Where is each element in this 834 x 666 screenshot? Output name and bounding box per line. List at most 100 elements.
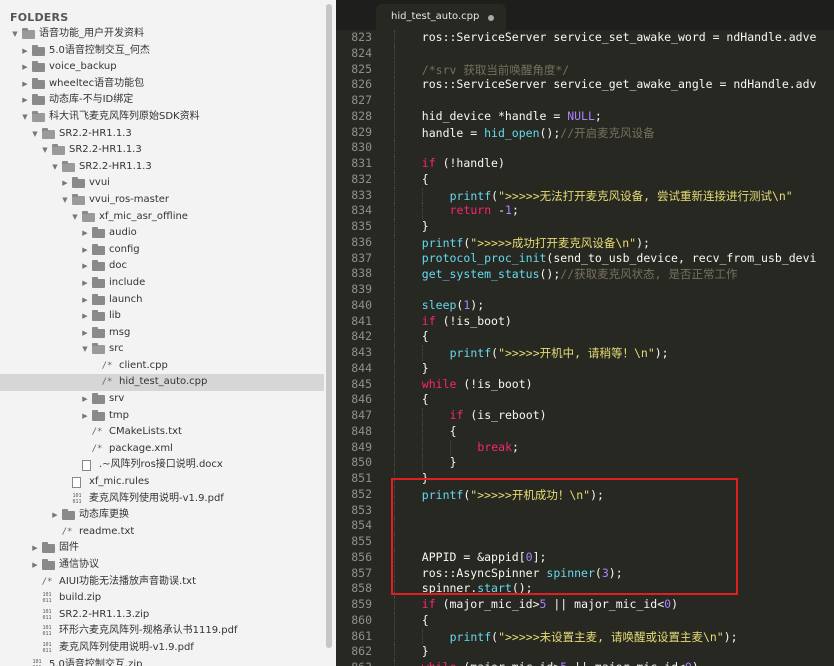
chevron-right-icon[interactable]: ▶	[50, 507, 60, 524]
tree-item[interactable]: 101 011 环形六麦克风阵列-规格承认书1119.pdf	[0, 623, 324, 640]
line-number: 861	[351, 628, 372, 643]
line-number: 850	[351, 455, 372, 470]
sidebar-header: FOLDERS	[10, 11, 69, 24]
chevron-right-icon[interactable]: ▶	[20, 43, 30, 60]
tree-item[interactable]: ▶ 固件	[0, 540, 324, 557]
code-token: hid_open	[484, 125, 540, 140]
code-token: NULL	[567, 108, 595, 123]
tree-item[interactable]: 101 011 麦克风阵列使用说明-v1.9.pdf	[0, 640, 324, 657]
tree-item[interactable]: ▶ 通信协议	[0, 557, 324, 574]
code-token: ];	[532, 549, 547, 564]
tree-item[interactable]: 101 011 SR2.2-HR1.1.3.zip	[0, 607, 324, 624]
code-token: ();	[511, 581, 533, 596]
line-number: 827	[351, 93, 372, 107]
tree-item[interactable]: ▼ SR2.2-HR1.1.3	[0, 126, 324, 143]
tree-item[interactable]: ▶ voice_backup	[0, 59, 324, 76]
chevron-right-icon[interactable]: ▶	[80, 292, 90, 309]
tree-item[interactable]: ▶ lib	[0, 308, 324, 325]
code-text: APPID = &appid[0];	[422, 550, 547, 564]
tab-hid-test-auto[interactable]: hid_test_auto.cpp	[376, 4, 506, 30]
tree-item[interactable]: ▶ 动态库更换	[0, 507, 324, 524]
code-token: printf	[421, 487, 464, 502]
tree-item-label: 科大讯飞麦克风阵列原始SDK资料	[49, 110, 200, 122]
chevron-right-icon[interactable]: ▶	[20, 76, 30, 93]
chevron-right-icon[interactable]: ▶	[30, 540, 40, 557]
chevron-right-icon[interactable]: ▶	[80, 275, 90, 292]
folder-icon	[32, 77, 45, 89]
code-area[interactable]: ros::ServiceServer service_set_awake_wor…	[394, 30, 834, 666]
line-number: 835	[351, 219, 372, 233]
indent-guide	[394, 423, 395, 440]
tree-item[interactable]: /* client.cpp	[0, 358, 324, 375]
tree-item-label: SR2.2-HR1.1.3	[79, 160, 152, 172]
chevron-right-icon[interactable]: ▶	[80, 391, 90, 408]
tree-item[interactable]: ▼ vvui_ros-master	[0, 192, 324, 209]
code-token: sleep	[421, 297, 457, 312]
tree-item[interactable]: /* package.xml	[0, 441, 324, 458]
tree-item-label: 5.0语音控制交互_何杰	[49, 44, 150, 56]
chevron-right-icon[interactable]: ▶	[20, 92, 30, 109]
tree-item[interactable]: /* readme.txt	[0, 524, 324, 541]
tree-item[interactable]: ▼ SR2.2-HR1.1.3	[0, 142, 324, 159]
chevron-down-icon[interactable]: ▼	[20, 109, 30, 126]
tree-item[interactable]: ▼ 语音功能_用户开发资料	[0, 26, 324, 43]
chevron-down-icon[interactable]: ▼	[30, 126, 40, 143]
tree-item[interactable]: ▶ tmp	[0, 408, 324, 425]
code-line: }	[394, 471, 834, 487]
chevron-right-icon[interactable]: ▶	[80, 242, 90, 259]
tree-item[interactable]: ▶ srv	[0, 391, 324, 408]
tree-item[interactable]: ▼ SR2.2-HR1.1.3	[0, 159, 324, 176]
tree-item[interactable]: .~风阵列ros接口说明.docx	[0, 457, 324, 474]
code-token: if	[421, 156, 436, 170]
code-text: ros::ServiceServer service_set_awake_wor…	[422, 30, 817, 44]
tree-item[interactable]: ▶ config	[0, 242, 324, 259]
tree-item[interactable]: 101 011 build.zip	[0, 590, 324, 607]
code-line: break;	[394, 439, 834, 456]
code-token: spinner.	[421, 581, 478, 596]
chevron-down-icon[interactable]: ▼	[60, 192, 70, 209]
tree-item[interactable]: ▼ xf_mic_asr_offline	[0, 209, 324, 226]
chevron-right-icon[interactable]: ▶	[20, 59, 30, 76]
code-token: );	[470, 297, 485, 312]
tree-item[interactable]: ▶ vvui	[0, 175, 324, 192]
code-token: 1	[505, 203, 512, 218]
line-number: 851	[351, 471, 372, 485]
chevron-down-icon[interactable]: ▼	[70, 209, 80, 226]
chevron-down-icon[interactable]: ▼	[50, 159, 60, 176]
tree-item[interactable]: ▶ 5.0语音控制交互_何杰	[0, 43, 324, 60]
tree-item[interactable]: 101011 5.0语音控制交互.zip	[0, 657, 324, 666]
chevron-right-icon[interactable]: ▶	[80, 258, 90, 275]
sidebar-scrollbar[interactable]	[326, 4, 332, 648]
indent-guide	[394, 549, 395, 566]
code-line: return -1;	[394, 203, 834, 219]
chevron-right-icon[interactable]: ▶	[80, 308, 90, 325]
indent-guide	[421, 455, 423, 471]
chevron-right-icon[interactable]: ▶	[80, 325, 90, 342]
tree-item[interactable]: ▶ msg	[0, 325, 324, 342]
tree-item[interactable]: ▶ doc	[0, 258, 324, 275]
tree-item-label: wheeltec语音功能包	[49, 77, 145, 89]
tree-item[interactable]: xf_mic.rules	[0, 474, 324, 491]
chevron-right-icon[interactable]: ▶	[80, 408, 90, 425]
tree-item[interactable]: /* CMakeLists.txt	[0, 424, 324, 441]
tree-item[interactable]: ▶ wheeltec语音功能包	[0, 76, 324, 93]
line-number: 858	[351, 581, 372, 596]
tree-item[interactable]: 101 011 麦克风阵列使用说明-v1.9.pdf	[0, 491, 324, 508]
tree-item[interactable]: /* hid_test_auto.cpp	[0, 374, 324, 392]
tree-item[interactable]: ▶ include	[0, 275, 324, 292]
unsaved-dot-icon[interactable]	[488, 15, 494, 21]
chevron-down-icon[interactable]: ▼	[40, 142, 50, 159]
code-text: printf(">>>>>开机中, 请稍等！\n");	[450, 345, 669, 361]
tree-item[interactable]: ▶ 动态库-不与ID绑定	[0, 92, 324, 109]
chevron-down-icon[interactable]: ▼	[80, 341, 90, 358]
tree-item[interactable]: ▼ src	[0, 341, 324, 358]
tree-item[interactable]: ▶ launch	[0, 292, 324, 309]
tree-item[interactable]: ▼ 科大讯飞麦克风阵列原始SDK资料	[0, 109, 324, 126]
chevron-right-icon[interactable]: ▶	[80, 225, 90, 242]
chevron-right-icon[interactable]: ▶	[30, 557, 40, 574]
tree-item[interactable]: /* AIUI功能无法播放声音勘误.txt	[0, 574, 324, 591]
code-line: }	[394, 219, 834, 235]
chevron-down-icon[interactable]: ▼	[10, 26, 20, 43]
tree-item[interactable]: ▶ audio	[0, 225, 324, 242]
chevron-right-icon[interactable]: ▶	[60, 175, 70, 192]
